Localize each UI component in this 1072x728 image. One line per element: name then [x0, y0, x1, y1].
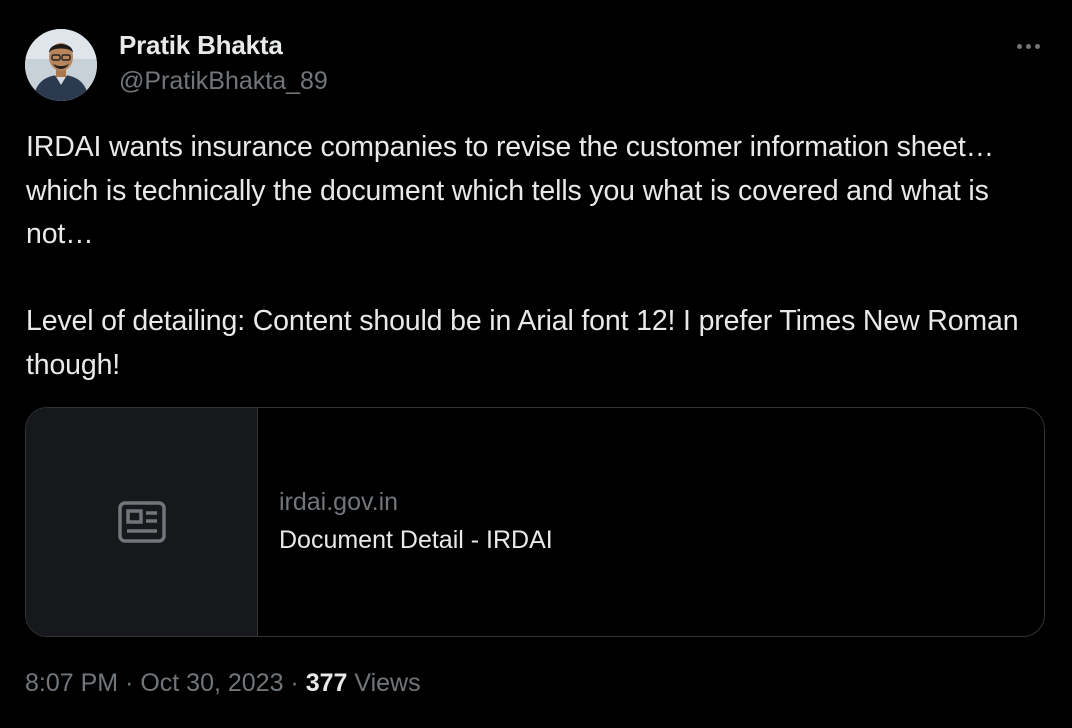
- link-card-domain: irdai.gov.in: [279, 488, 399, 516]
- views-count: 377: [305, 669, 348, 697]
- more-options-icon: [1015, 43, 1042, 49]
- tweet-time[interactable]: 8:07 PM: [25, 669, 118, 697]
- tweet-text: IRDAI wants insurance companies to revis…: [26, 131, 1019, 381]
- tweet: Pratik Bhakta @PratikBhakta_89 IRDAI wan…: [0, 0, 1072, 728]
- link-card[interactable]: irdai.gov.in Document Detail - IRDAI: [25, 407, 1045, 637]
- views-label: Views: [347, 669, 421, 697]
- avatar[interactable]: [25, 29, 97, 101]
- more-options-button[interactable]: [1008, 30, 1048, 62]
- link-card-title: Document Detail - IRDAI: [279, 526, 553, 554]
- meta-separator: ·: [283, 669, 306, 697]
- link-card-thumbnail: [26, 408, 258, 636]
- avatar-image: [25, 29, 97, 101]
- meta-separator: ·: [118, 669, 141, 697]
- tweet-date[interactable]: Oct 30, 2023: [140, 669, 283, 697]
- news-article-icon: [117, 501, 166, 543]
- tweet-meta: 8:07 PM · Oct 30, 2023 · 377 Views: [25, 669, 421, 698]
- author-display-name[interactable]: Pratik Bhakta: [119, 30, 283, 61]
- author-handle[interactable]: @PratikBhakta_89: [119, 67, 328, 96]
